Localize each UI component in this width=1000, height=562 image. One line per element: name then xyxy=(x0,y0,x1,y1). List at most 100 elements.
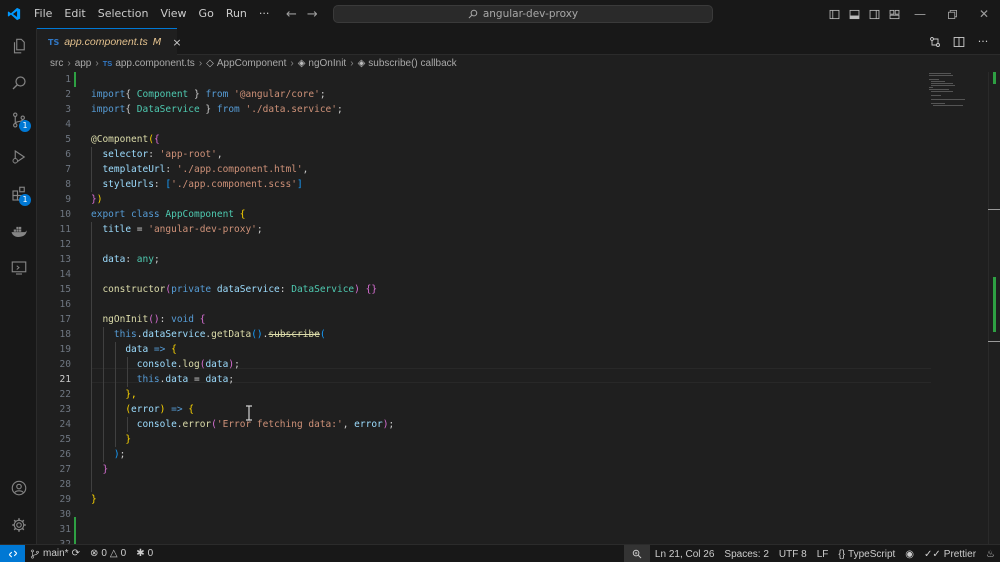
line-number: 30 xyxy=(59,509,71,520)
code-token: = xyxy=(188,374,206,385)
search-icon xyxy=(12,76,26,90)
line-number: 31 xyxy=(59,524,71,535)
minimap-line xyxy=(931,91,953,92)
line-number: 27 xyxy=(59,464,71,475)
warning-count: 0 xyxy=(120,548,127,559)
code-token: '@angular/core' xyxy=(228,89,320,100)
notifications[interactable]: ♨ xyxy=(981,545,1000,562)
class-symbol-icon: ◇ xyxy=(206,58,214,69)
code-token: : xyxy=(165,164,177,175)
git-branch-icon xyxy=(31,549,39,558)
code-line: ngOnInit(): void { xyxy=(91,312,205,327)
code-line: console.log(data); xyxy=(91,357,240,372)
breadcrumb-file[interactable]: app.component.ts xyxy=(115,58,195,69)
toggle-panel-icon[interactable] xyxy=(844,0,864,28)
menu-file[interactable]: File xyxy=(28,0,58,28)
code-line: data: any; xyxy=(91,252,159,267)
line-number: 29 xyxy=(59,494,71,505)
code-token: } xyxy=(91,494,97,505)
encoding[interactable]: UTF 8 xyxy=(774,545,812,562)
line-number: 15 xyxy=(59,284,71,295)
code-editor[interactable]: 1 2 3 4 5 6 7 8 9 10 11 12 13 14 15 16 17 18 19 20 21 22 23 24 2… xyxy=(37,72,1000,544)
git-added-indicator xyxy=(74,517,76,544)
breadcrumb-method[interactable]: ngOnInit xyxy=(308,58,346,69)
activity-extensions[interactable]: 1 xyxy=(0,176,37,212)
line-number: 17 xyxy=(59,314,71,325)
scrollbar-change-marker xyxy=(993,72,996,84)
problems-status[interactable]: ⊗ 0 △ 0 xyxy=(85,545,131,562)
code-token: ; xyxy=(256,224,263,235)
code-line: }) xyxy=(91,192,102,207)
sync-icon[interactable]: ⟳ xyxy=(72,548,80,559)
files-icon xyxy=(13,38,25,54)
code-token: dataService xyxy=(142,329,206,340)
breadcrumb-class[interactable]: AppComponent xyxy=(217,58,287,69)
menu-view[interactable]: View xyxy=(154,0,192,28)
zoom-icon[interactable] xyxy=(623,545,650,562)
menu-edit[interactable]: Edit xyxy=(58,0,91,28)
activity-accounts[interactable] xyxy=(0,470,37,506)
ports-status[interactable]: ✱ 0 xyxy=(131,545,158,562)
code-token: ; xyxy=(119,449,126,460)
breadcrumb-callback[interactable]: subscribe() callback xyxy=(368,58,456,69)
breadcrumb-app[interactable]: app xyxy=(75,58,92,69)
language-mode[interactable]: {} TypeScript xyxy=(833,545,900,562)
code-token: AppComponent xyxy=(165,209,235,220)
line-number: 12 xyxy=(59,239,71,250)
minimize-icon[interactable]: — xyxy=(904,0,936,28)
indentation[interactable]: Spaces: 2 xyxy=(719,545,773,562)
menu-selection[interactable]: Selection xyxy=(92,0,155,28)
more-actions-icon[interactable]: ··· xyxy=(974,33,992,51)
activity-run-debug[interactable] xyxy=(0,139,37,175)
line-number: 3 xyxy=(65,104,71,115)
code-token: data xyxy=(91,344,149,355)
activity-source-control[interactable]: 1 xyxy=(0,102,37,138)
git-added-indicator xyxy=(74,72,76,87)
close-icon[interactable]: ✕ xyxy=(968,0,1000,28)
code-token: class xyxy=(125,209,166,220)
restore-icon[interactable] xyxy=(936,0,968,28)
menu-run[interactable]: Run xyxy=(220,0,253,28)
split-editor-icon[interactable] xyxy=(950,33,968,51)
activity-search[interactable] xyxy=(0,65,37,101)
toggle-secondary-sidebar-icon[interactable] xyxy=(864,0,884,28)
run-debug-icon xyxy=(12,149,25,165)
toggle-primary-sidebar-icon[interactable] xyxy=(824,0,844,28)
function-symbol-icon: ◈ xyxy=(357,58,366,69)
chevron-right-icon: › xyxy=(290,58,294,69)
code-token: this xyxy=(91,374,160,385)
remote-indicator[interactable] xyxy=(0,544,25,562)
end-of-line[interactable]: LF xyxy=(812,545,834,562)
breadcrumb: src › app › TS app.component.ts › ◇ AppC… xyxy=(37,55,1000,72)
activity-manage[interactable] xyxy=(0,507,37,543)
activity-remote-explorer[interactable] xyxy=(0,250,37,286)
customize-layout-icon[interactable] xyxy=(884,0,904,28)
minimap[interactable] xyxy=(925,72,985,112)
branch-status[interactable]: main* ⟳ xyxy=(25,545,85,562)
code-token: from xyxy=(205,89,229,100)
activity-docker[interactable] xyxy=(0,213,37,249)
code-line: this.data = data; xyxy=(91,372,234,387)
menu-more[interactable]: ··· xyxy=(253,0,276,28)
activity-explorer[interactable] xyxy=(0,28,37,64)
code-token: DataService xyxy=(136,104,200,115)
vertical-scrollbar[interactable] xyxy=(988,72,1000,544)
code-token: 'angular-dev-proxy' xyxy=(148,224,257,235)
line-number: 6 xyxy=(65,149,71,160)
code-token: { xyxy=(182,404,195,415)
menu-go[interactable]: Go xyxy=(193,0,220,28)
copilot-status[interactable]: ◉ xyxy=(900,545,919,562)
tab-app-component-ts[interactable]: TS app.component.ts M × xyxy=(37,28,182,55)
open-changes-icon[interactable] xyxy=(926,33,944,51)
cursor-position[interactable]: Ln 21, Col 26 xyxy=(650,545,720,562)
tab-close-icon[interactable]: × xyxy=(172,36,181,49)
breadcrumb-src[interactable]: src xyxy=(50,58,63,69)
command-center-search[interactable]: angular-dev-proxy xyxy=(333,5,713,23)
forward-arrow-icon[interactable]: → xyxy=(307,7,318,22)
line-number: 2 xyxy=(65,89,71,100)
code-token: => xyxy=(165,404,183,415)
minimap-line xyxy=(931,81,945,82)
back-arrow-icon[interactable]: ← xyxy=(286,7,297,22)
chevron-right-icon: › xyxy=(67,58,71,69)
prettier-status[interactable]: ✓✓ Prettier xyxy=(919,545,981,562)
